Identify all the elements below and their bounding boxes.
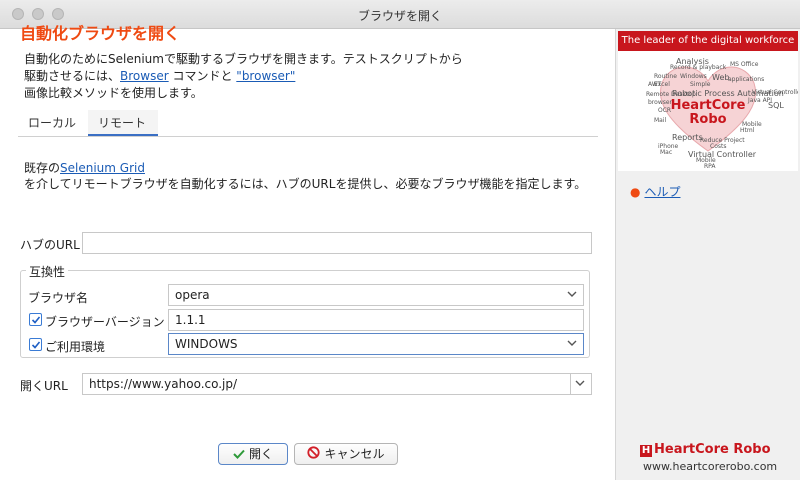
- product-word-cloud: Analysis Record & playback MS Office Routin…: [618, 51, 798, 171]
- chevron-down-icon: [567, 334, 577, 347]
- platform-value: WINDOWS: [175, 337, 238, 351]
- browser-version-label: ブラウザーバージョン: [45, 315, 165, 329]
- logo-line-2: Robo: [689, 112, 727, 127]
- prohibited-icon: [307, 445, 321, 465]
- browser-name-select[interactable]: opera: [168, 284, 584, 306]
- tab-local[interactable]: ローカル: [18, 110, 88, 136]
- intro-middle: コマンドと: [168, 69, 237, 83]
- remote-description-line-1: 既存のSelenium Grid: [24, 160, 604, 176]
- remote-description: 既存のSelenium Grid を介してリモートブラウザを自動化するには、ハブ…: [24, 160, 604, 192]
- cloud-word: MS Office: [730, 61, 759, 68]
- cloud-word: RPA: [704, 163, 716, 170]
- logo-line-1: HeartCore: [670, 98, 746, 113]
- browser-name-label: ブラウザ名: [28, 291, 89, 305]
- cloud-word: Routine: [654, 73, 677, 80]
- cloud-word: Mac: [660, 149, 673, 156]
- tab-remote[interactable]: リモート: [88, 110, 158, 136]
- platform-select[interactable]: WINDOWS: [168, 333, 584, 355]
- combo-divider: [570, 374, 571, 394]
- open-button-label: 開く: [248, 447, 273, 461]
- tab-bar: ローカル リモート: [18, 110, 598, 137]
- intro-line-3: 画像比較メソッドを使用します。: [24, 86, 203, 100]
- cloud-word: Windows: [680, 73, 707, 80]
- chevron-down-icon: [567, 285, 577, 298]
- heartcore-robo-logo: HeartCore Robo: [668, 99, 748, 127]
- cloud-word: Record & playback: [670, 64, 727, 71]
- bullet-icon: ●: [630, 185, 641, 199]
- dialog-heading: 自動化ブラウザを開く: [20, 24, 181, 43]
- cloud-word: SQL: [768, 101, 784, 110]
- cloud-word: applications: [728, 76, 765, 83]
- remote-description-line-2: を介してリモートブラウザを自動化するには、ハブのURLを提供し、必要なブラウザ機…: [24, 177, 587, 191]
- browser-name-value: opera: [175, 288, 210, 302]
- open-url-combobox[interactable]: https://www.yahoo.co.jp/: [82, 373, 592, 395]
- browser-version-checkbox[interactable]: [29, 313, 42, 326]
- checkmark-icon: [31, 341, 41, 349]
- browser-command-link[interactable]: Browser: [120, 69, 169, 83]
- cloud-word: Remote Desktop: [646, 91, 696, 98]
- cloud-word: Simple: [690, 81, 711, 88]
- intro-text: 自動化のためにSeleniumで駆動するブラウザを開きます。テストスクリプトから…: [24, 51, 604, 102]
- platform-checkbox[interactable]: [29, 338, 42, 351]
- checkmark-icon: [233, 445, 245, 465]
- cloud-word: Web: [712, 73, 730, 82]
- cloud-word: Reports: [672, 133, 703, 142]
- cloud-word: Costs: [710, 143, 727, 150]
- chevron-down-icon: [575, 374, 585, 387]
- brand-website: www.heartcorerobo.com: [643, 460, 778, 473]
- intro-line-1: 自動化のためにSeleniumで駆動するブラウザを開きます。テストスクリプトから: [24, 52, 463, 66]
- cloud-word: Html: [740, 127, 755, 134]
- intro-line-2: 駆動させるには、Browser コマンドと "browser": [24, 68, 604, 85]
- cancel-button-label: キャンセル: [324, 447, 385, 461]
- open-url-value: https://www.yahoo.co.jp/: [89, 377, 238, 391]
- intro-prefix: 駆動させるには、: [24, 69, 121, 83]
- browser-method-link[interactable]: "browser": [236, 69, 295, 83]
- remote-prefix: 既存の: [24, 161, 61, 175]
- browser-version-input[interactable]: 1.1.1: [168, 309, 584, 331]
- sidebar-banner: The leader of the digital workforce: [618, 31, 798, 51]
- compatibility-legend: 互換性: [26, 263, 69, 280]
- cancel-button[interactable]: キャンセル: [294, 443, 398, 465]
- hub-url-label: ハブのURL: [20, 238, 80, 252]
- cloud-word: Mail: [654, 117, 667, 124]
- platform-label: ご利用環境: [45, 340, 106, 354]
- cloud-word: Excel: [654, 81, 670, 88]
- help-link[interactable]: ヘルプ: [644, 185, 680, 199]
- open-button[interactable]: 開く: [218, 443, 288, 465]
- help-link-row[interactable]: ● ヘルプ: [630, 183, 681, 200]
- cloud-word: Virtual Controller: [752, 89, 798, 96]
- brand-mark: H: [640, 445, 652, 457]
- hub-url-input[interactable]: [82, 232, 592, 254]
- brand-logo: H HeartCore Robo: [640, 442, 771, 457]
- selenium-grid-link[interactable]: Selenium Grid: [60, 161, 145, 175]
- brand-name: HeartCore Robo: [654, 442, 771, 457]
- checkmark-icon: [31, 316, 41, 324]
- open-url-label: 開くURL: [20, 379, 68, 393]
